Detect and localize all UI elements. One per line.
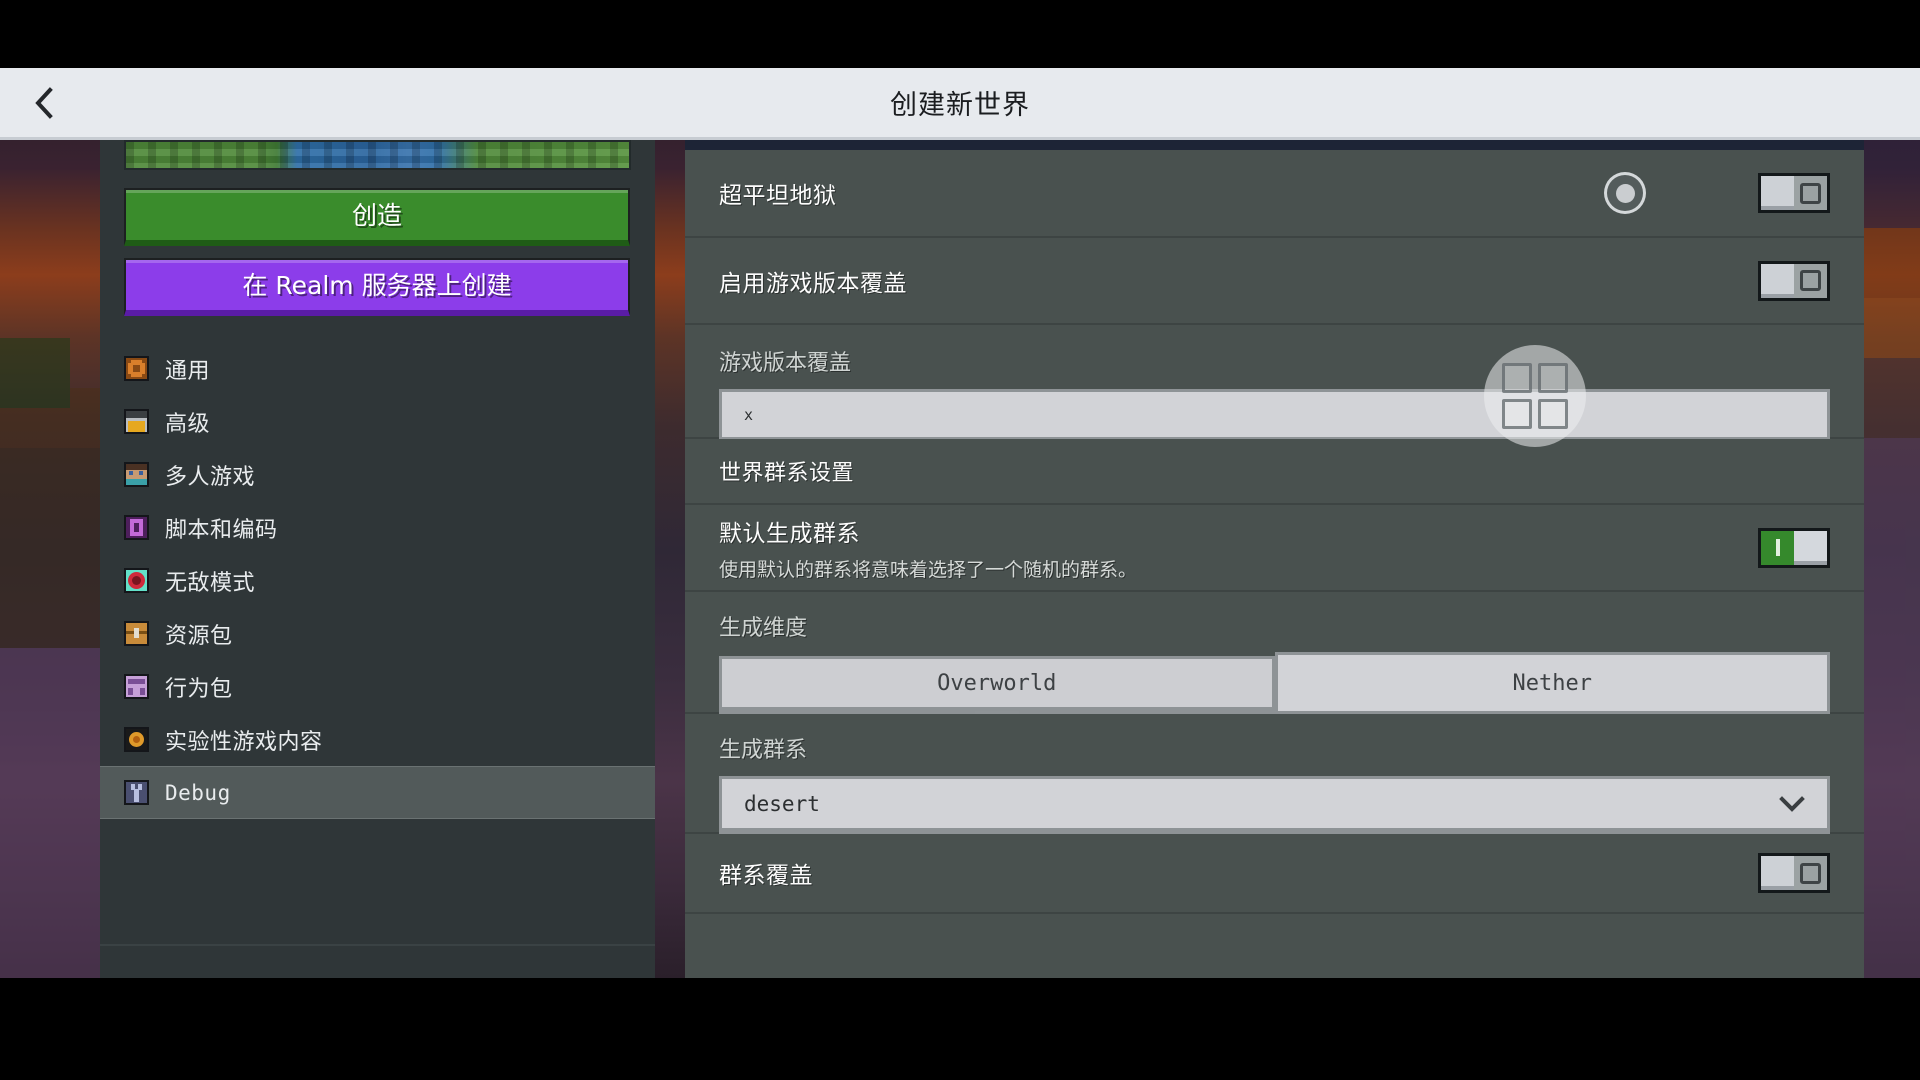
create-button[interactable]: 创造 — [124, 188, 630, 246]
sidebar-item-label: 通用 — [165, 358, 211, 384]
chevron-left-icon — [35, 86, 53, 119]
setting-title: 默认生成群系 — [719, 520, 860, 547]
shield-icon — [124, 568, 149, 593]
setting-title: 群系覆盖 — [719, 863, 813, 889]
sidebar-item-advanced[interactable]: 高级 — [100, 395, 655, 448]
setting-row-default-spawn-biome: 默认生成群系 使用默认的群系将意味着选择了一个随机的群系。 — [685, 505, 1864, 592]
default-spawn-biome-toggle[interactable] — [1758, 527, 1830, 568]
toggle-knob — [1794, 530, 1827, 565]
spawn-biome-label: 生成群系 — [719, 738, 808, 763]
grid-menu-icon — [1502, 363, 1568, 429]
biome-override-toggle[interactable] — [1758, 853, 1830, 893]
version-override-label: 游戏版本覆盖 — [719, 351, 852, 376]
sidebar-item-resource-packs[interactable]: 资源包 — [100, 607, 655, 660]
spawn-biome-value: desert — [744, 791, 820, 816]
spawn-dimension-label: 生成维度 — [719, 616, 808, 641]
setting-title: 启用游戏版本覆盖 — [719, 270, 907, 297]
sidebar-item-experimental[interactable]: 实验性游戏内容 — [100, 713, 655, 766]
main-panes: 创造 在 Realm 服务器上创建 通用 高级 多人游戏 脚本和编码 无敌模式 … — [0, 140, 1920, 978]
floating-grid-menu-button[interactable] — [1484, 345, 1586, 447]
chest-icon — [124, 621, 149, 646]
sidebar-nav: 通用 高级 多人游戏 脚本和编码 无敌模式 资源包 行为包 实验性游戏内容 De… — [100, 342, 655, 819]
toggle-track — [1794, 176, 1827, 210]
wrench-icon — [124, 780, 149, 805]
setting-row-flat-nether: 超平坦地狱 — [685, 150, 1864, 238]
sidebar: 创造 在 Realm 服务器上创建 通用 高级 多人游戏 脚本和编码 无敌模式 … — [100, 140, 655, 978]
sidebar-item-behavior-packs[interactable]: 行为包 — [100, 660, 655, 713]
gear-icon — [124, 356, 149, 381]
setting-row-spawn-dimension: 生成维度 Overworld Nether — [685, 592, 1864, 714]
settings-list: 超平坦地狱 启用游戏版本覆盖 游戏版本覆盖 x 世界群系设置 默认生成群系 使用… — [685, 150, 1864, 978]
sidebar-item-label: 资源包 — [165, 623, 233, 649]
spawn-dimension-tabs: Overworld Nether — [719, 652, 1830, 714]
setting-row-spawn-biome: 生成群系 desert — [685, 714, 1864, 834]
sidebar-item-general[interactable]: 通用 — [100, 342, 655, 395]
sidebar-item-label: 高级 — [165, 411, 211, 437]
toggle-knob — [1761, 856, 1794, 890]
furnace-icon — [124, 409, 149, 434]
spawn-biome-dropdown[interactable]: desert — [719, 776, 1830, 834]
sidebar-item-label: Debug — [165, 780, 231, 805]
toggle-track — [1794, 856, 1827, 890]
sidebar-item-multiplayer[interactable]: 多人游戏 — [100, 448, 655, 501]
setting-row-biome-override: 群系覆盖 — [685, 834, 1864, 914]
puzzle-icon — [124, 515, 149, 540]
toggle-track — [1761, 530, 1794, 565]
sidebar-item-label: 多人游戏 — [165, 464, 256, 490]
create-on-realm-button[interactable]: 在 Realm 服务器上创建 — [124, 258, 630, 316]
toggle-track — [1794, 263, 1827, 298]
toggle-knob — [1761, 176, 1794, 210]
content-top-accent — [685, 140, 1864, 150]
touch-pointer-icon[interactable] — [1604, 172, 1646, 214]
sidebar-item-godmode[interactable]: 无敌模式 — [100, 554, 655, 607]
tab-nether[interactable]: Nether — [1274, 652, 1830, 714]
sidebar-item-label: 行为包 — [165, 676, 233, 702]
sidebar-item-label: 无敌模式 — [165, 570, 256, 596]
chevron-down-icon — [1779, 795, 1805, 812]
back-button[interactable] — [0, 67, 86, 139]
tab-overworld[interactable]: Overworld — [719, 656, 1275, 714]
flat-nether-toggle[interactable] — [1758, 173, 1830, 213]
behavior-icon — [124, 674, 149, 699]
sidebar-item-scripting[interactable]: 脚本和编码 — [100, 501, 655, 554]
tab-label: Nether — [1512, 670, 1592, 696]
version-override-value: x — [744, 405, 754, 424]
setting-title: 超平坦地狱 — [719, 183, 837, 209]
version-override-input[interactable]: x — [719, 389, 1830, 443]
enable-version-override-toggle[interactable] — [1758, 260, 1830, 301]
tab-label: Overworld — [937, 670, 1057, 696]
page-title: 创建新世界 — [890, 90, 1030, 121]
biome-settings-section-header: 世界群系设置 — [685, 439, 1864, 505]
world-preview-thumbnail — [124, 140, 631, 170]
sidebar-footer — [100, 944, 655, 978]
sidebar-item-label: 脚本和编码 — [165, 517, 278, 543]
sidebar-region: 创造 在 Realm 服务器上创建 通用 高级 多人游戏 脚本和编码 无敌模式 … — [0, 140, 655, 978]
setting-row-version-override: 游戏版本覆盖 x — [685, 325, 1864, 443]
content-region: 超平坦地狱 启用游戏版本覆盖 游戏版本覆盖 x 世界群系设置 默认生成群系 使用… — [655, 140, 1920, 978]
app-screen: 创建新世界 创造 在 Realm 服务器上创建 通用 高级 多人游戏 脚本和编码… — [0, 0, 1920, 1080]
toggle-knob — [1761, 263, 1794, 298]
section-title: 世界群系设置 — [719, 461, 855, 486]
sidebar-item-debug[interactable]: Debug — [100, 766, 655, 819]
steve-head-icon — [124, 462, 149, 487]
setting-row-enable-version-override: 启用游戏版本覆盖 — [685, 238, 1864, 325]
setting-description: 使用默认的群系将意味着选择了一个随机的群系。 — [719, 558, 1138, 581]
sidebar-item-label: 实验性游戏内容 — [165, 729, 323, 755]
flask-icon — [124, 727, 149, 752]
titlebar: 创建新世界 — [0, 68, 1920, 140]
